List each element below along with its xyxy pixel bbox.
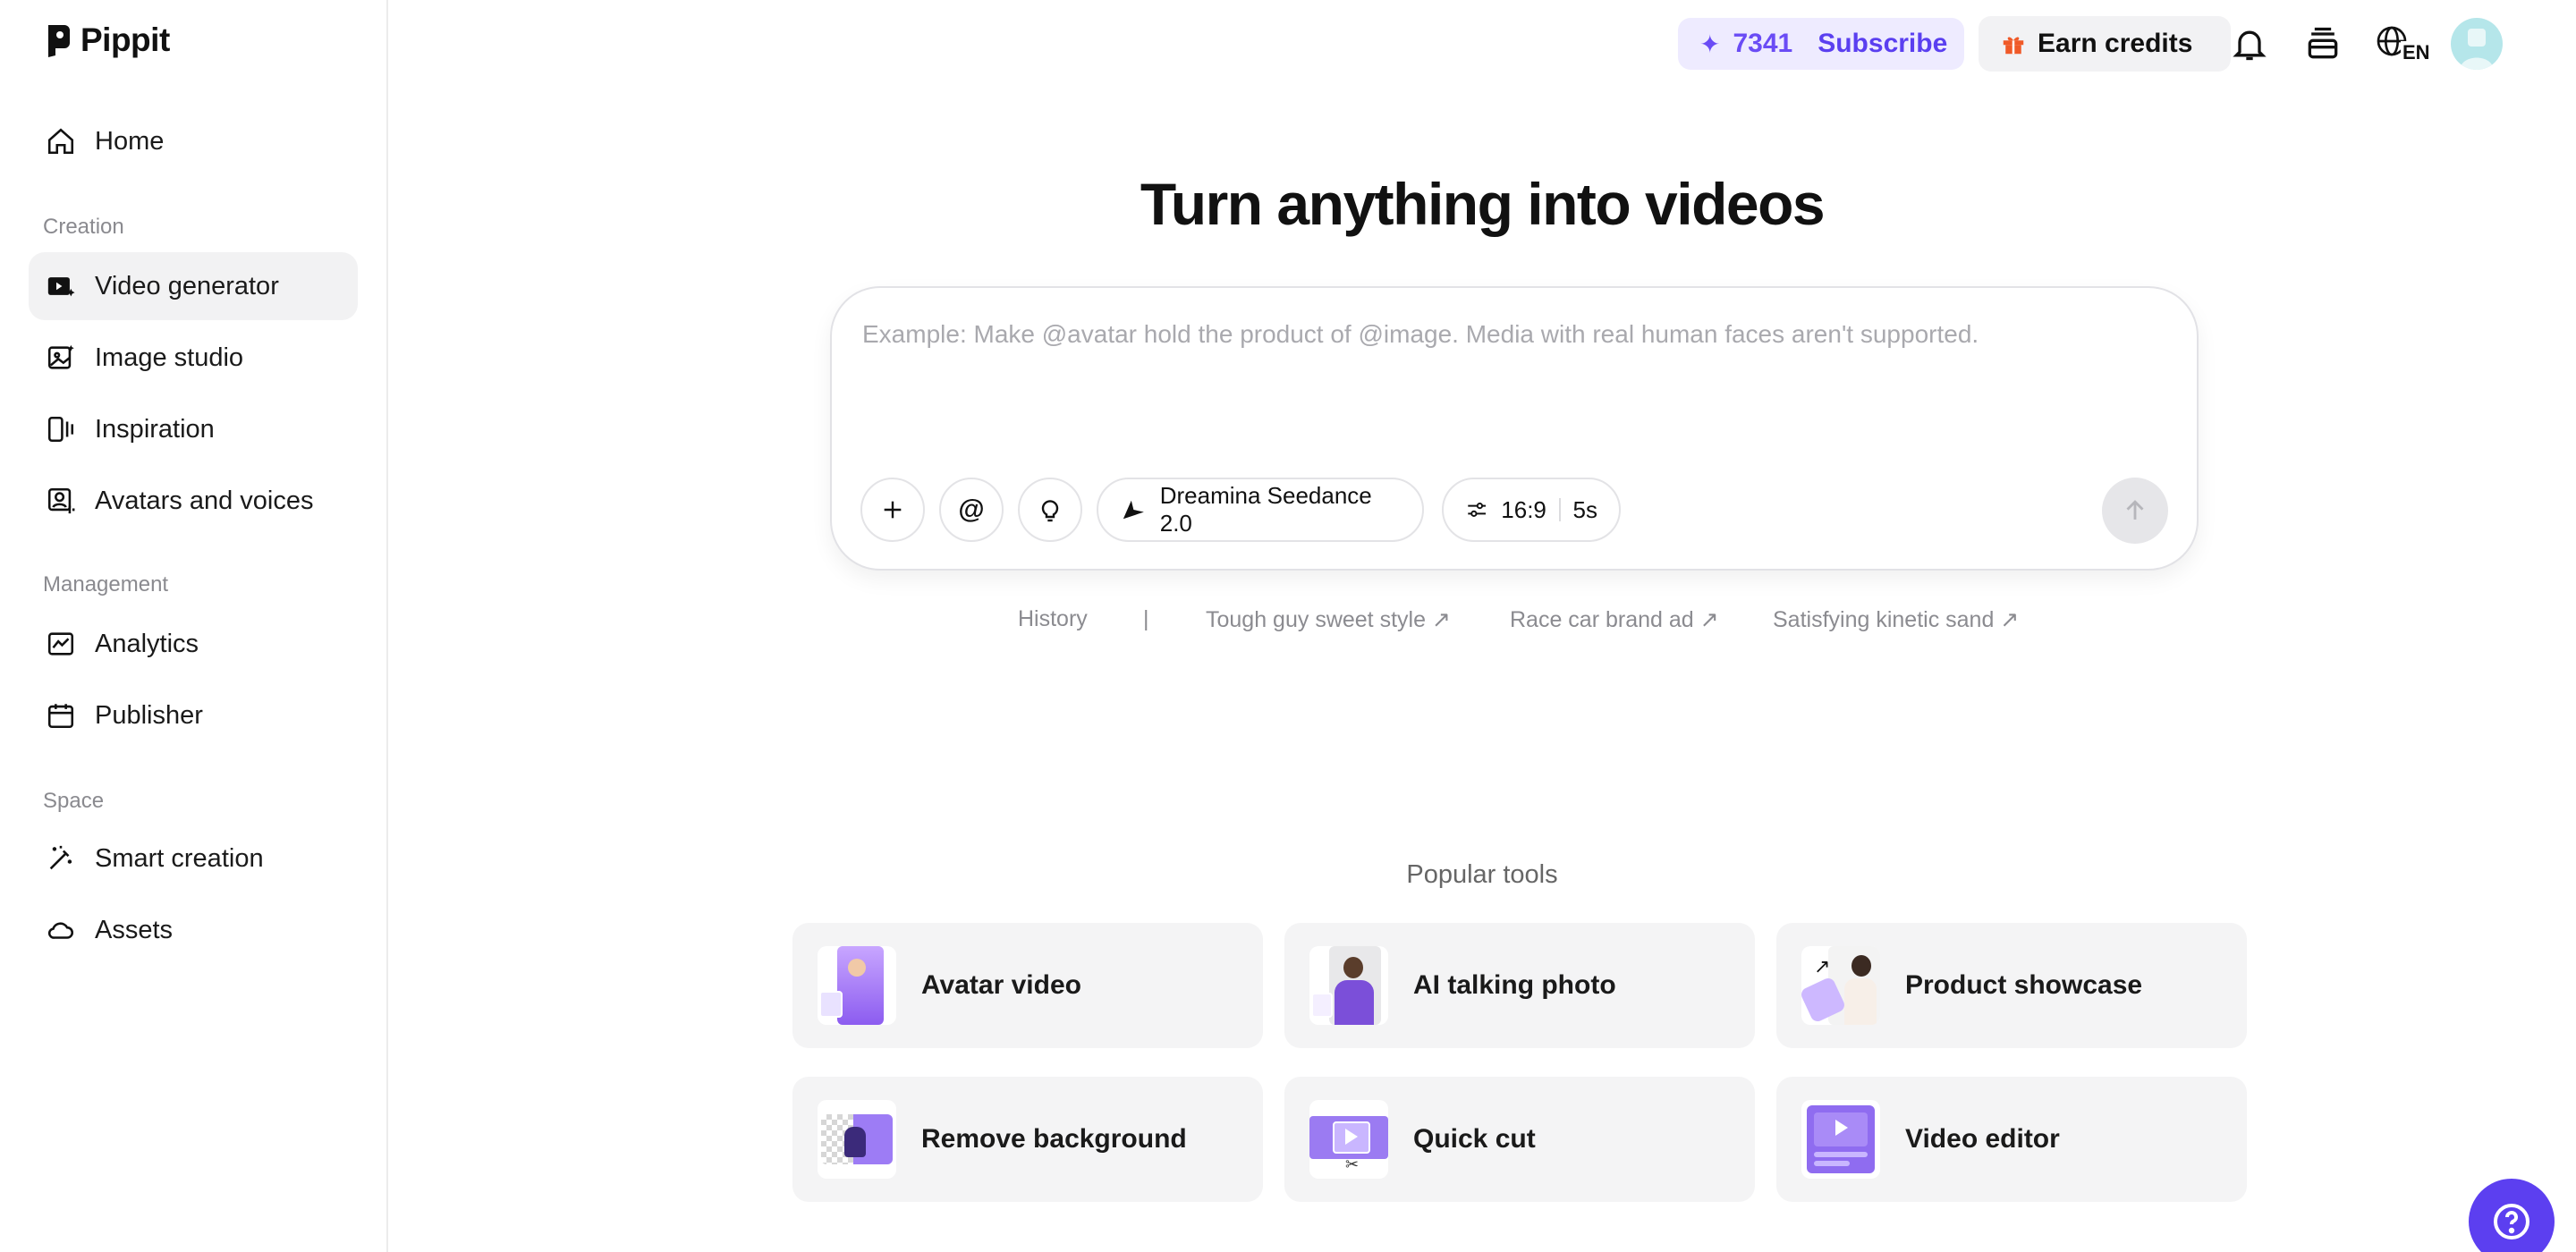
notification-button[interactable]	[2227, 21, 2272, 66]
sidebar-item-label: Assets	[95, 915, 174, 944]
section-title-creation: Creation	[43, 215, 124, 239]
credits-count: 7341	[1733, 29, 1793, 58]
duration-value: 5s	[1572, 495, 1597, 523]
prompt-suggestions: History | Tough guy sweet style ↗ Race c…	[0, 606, 2576, 642]
image-studio-icon	[45, 342, 77, 374]
tool-card-label: Quick cut	[1413, 1124, 1536, 1154]
language-button[interactable]: EN	[2374, 21, 2432, 66]
sidebar-item-label: Home	[95, 126, 165, 156]
idea-button[interactable]	[1018, 478, 1082, 542]
add-media-button[interactable]	[860, 478, 925, 542]
popular-tools-title: Popular tools	[1406, 860, 1558, 889]
sparkle-icon: ✦	[1699, 30, 1721, 58]
inspiration-icon	[45, 413, 77, 445]
sidebar-item-label: Smart creation	[95, 843, 264, 873]
sidebar-item-publisher[interactable]: Publisher	[29, 681, 358, 749]
tool-card-label: Avatar video	[921, 970, 1081, 1000]
tool-card-label: Remove background	[921, 1124, 1187, 1154]
product-showcase-thumbnail: ↗	[1801, 946, 1880, 1025]
section-title-space: Space	[43, 789, 105, 813]
suggestion-chip[interactable]: Satisfying kinetic sand ↗	[1773, 606, 2019, 633]
earn-credits-button[interactable]: Earn credits	[1979, 16, 2231, 72]
tool-card-quick-cut[interactable]: ✂ Quick cut	[1284, 1077, 1755, 1202]
model-logo-icon	[1123, 500, 1144, 520]
model-selector[interactable]: Dreamina Seedance 2.0	[1097, 478, 1424, 542]
tool-card-video-editor[interactable]: Video editor	[1776, 1077, 2247, 1202]
sidebar-item-label: Publisher	[95, 700, 203, 730]
sidebar-item-home[interactable]: Home	[29, 107, 358, 175]
aspect-ratio-value: 16:9	[1501, 495, 1546, 523]
video-generator-icon	[45, 270, 77, 302]
send-button[interactable]	[2102, 478, 2168, 544]
help-button[interactable]	[2469, 1179, 2555, 1252]
at-sign-icon: @	[958, 495, 985, 524]
subscribe-button[interactable]: Subscribe	[1818, 29, 1947, 59]
sidebar-item-assets[interactable]: Assets	[29, 896, 358, 964]
tool-card-label: Video editor	[1905, 1124, 2060, 1154]
tool-card-label: AI talking photo	[1413, 970, 1616, 1000]
sliders-icon	[1468, 503, 1486, 517]
sidebar-item-image-studio[interactable]: Image studio	[29, 324, 358, 392]
lightbulb-icon	[1041, 500, 1059, 522]
cloud-icon	[45, 914, 77, 946]
tool-card-remove-background[interactable]: Remove background	[792, 1077, 1263, 1202]
mention-button[interactable]: @	[939, 478, 1004, 542]
sidebar-item-smart-creation[interactable]: Smart creation	[29, 825, 358, 892]
bell-icon	[2233, 30, 2267, 61]
prompt-box: @ Dreamina Seedance 2.0 16:9 5s	[830, 286, 2199, 571]
credits-subscribe-pill[interactable]: ✦ 7341 Subscribe	[1678, 18, 1964, 70]
section-title-management: Management	[43, 572, 169, 596]
help-icon	[2494, 1204, 2529, 1239]
video-editor-thumbnail	[1801, 1100, 1880, 1179]
remove-background-thumbnail	[818, 1100, 896, 1179]
tool-card-ai-talking-photo[interactable]: AI talking photo	[1284, 923, 1755, 1048]
language-code: EN	[2401, 41, 2432, 64]
brand-logo[interactable]: Pippit	[45, 21, 170, 59]
stack-icon	[2308, 27, 2338, 59]
sidebar-item-avatars-and-voices[interactable]: Avatars and voices	[29, 467, 358, 535]
avatar-voice-icon	[45, 485, 77, 517]
tool-card-avatar-video[interactable]: Avatar video	[792, 923, 1263, 1048]
suggestion-divider: |	[1143, 606, 1149, 631]
brand-name: Pippit	[80, 21, 170, 58]
gift-icon	[2003, 37, 2024, 55]
pippit-logo-icon	[48, 25, 70, 57]
video-settings-button[interactable]: 16:9 5s	[1442, 478, 1621, 542]
quick-cut-thumbnail: ✂	[1309, 1100, 1388, 1179]
suggestion-chip[interactable]: Race car brand ad ↗	[1510, 606, 1719, 633]
magic-wand-icon	[45, 842, 77, 875]
user-silhouette-icon	[2460, 29, 2494, 70]
prompt-input[interactable]	[862, 320, 2159, 349]
sidebar-item-video-generator[interactable]: Video generator	[29, 252, 358, 320]
wallet-button[interactable]	[2301, 21, 2345, 66]
model-name: Dreamina Seedance 2.0	[1159, 482, 1372, 537]
user-avatar[interactable]	[2451, 18, 2503, 70]
calendar-icon	[45, 699, 77, 732]
sidebar-item-label: Avatars and voices	[95, 486, 314, 515]
sidebar-item-label: Video generator	[95, 271, 279, 300]
avatar-video-thumbnail	[818, 946, 896, 1025]
sidebar-item-label: Image studio	[95, 343, 244, 372]
page-headline: Turn anything into videos	[1140, 171, 1826, 237]
history-link[interactable]: History	[1018, 606, 1088, 632]
suggestion-chip[interactable]: Tough guy sweet style ↗	[1206, 606, 1451, 633]
earn-credits-label: Earn credits	[2038, 29, 2193, 58]
sidebar-item-label: Inspiration	[95, 414, 215, 444]
plus-icon	[884, 501, 902, 519]
home-icon	[45, 125, 77, 157]
divider	[1558, 498, 1561, 521]
sidebar-item-inspiration[interactable]: Inspiration	[29, 395, 358, 463]
tool-card-product-showcase[interactable]: ↗ Product showcase	[1776, 923, 2247, 1048]
arrow-up-icon	[2126, 500, 2144, 520]
ai-talking-photo-thumbnail	[1309, 946, 1388, 1025]
tool-card-label: Product showcase	[1905, 970, 2143, 1000]
